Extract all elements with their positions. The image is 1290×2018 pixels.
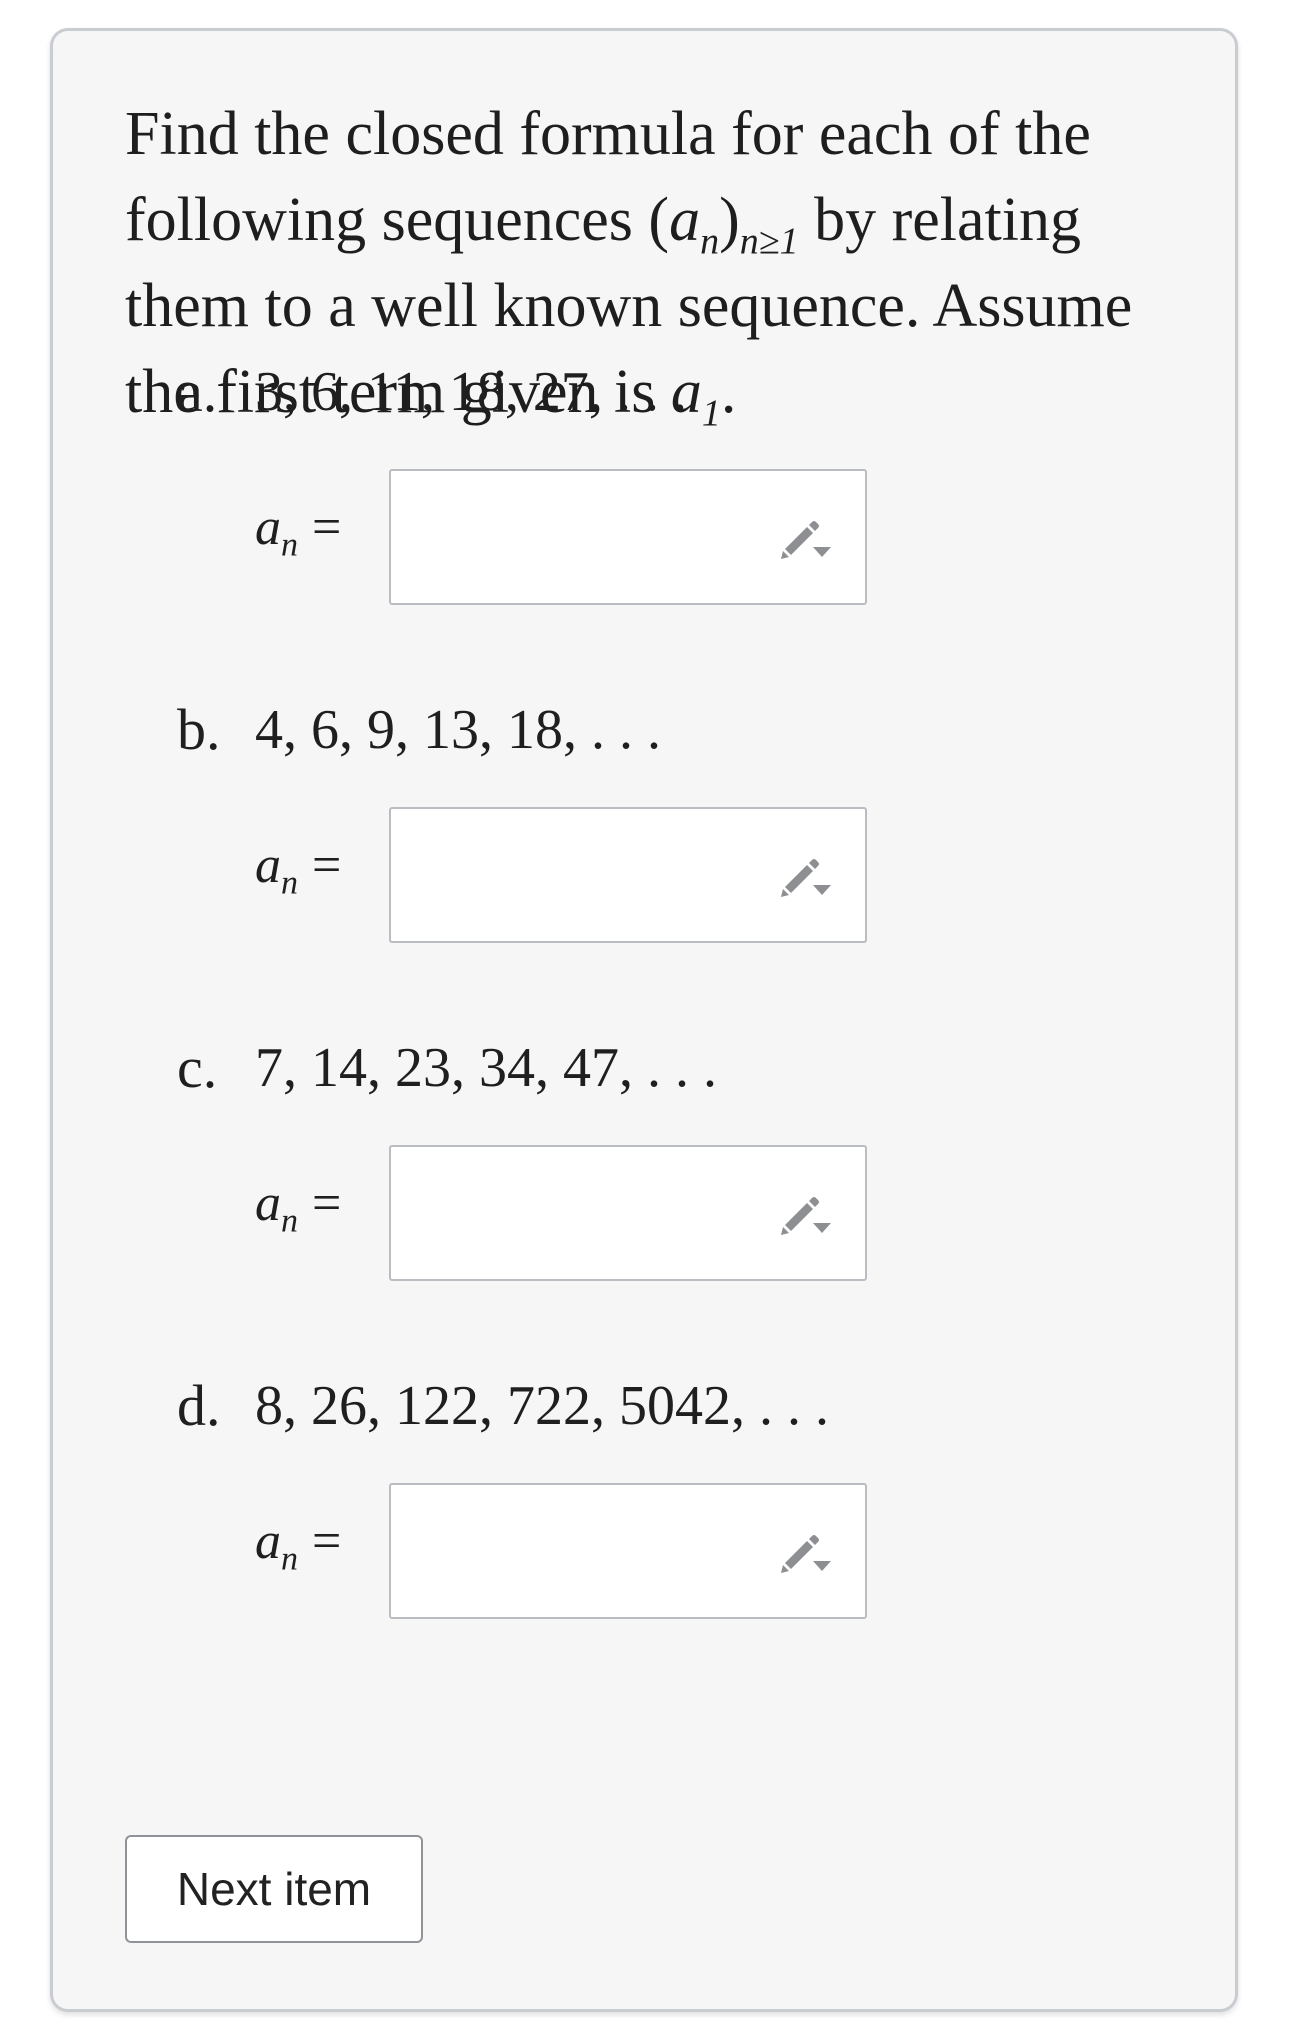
answer-input-a[interactable]	[389, 469, 867, 605]
problem-label: b.	[177, 697, 221, 762]
sequence-terms: 4, 6, 9, 13, 18, . . .	[255, 699, 661, 761]
prompt-line-1: Find the closed formula for each of the	[125, 100, 1091, 168]
sequence-terms: 3, 6, 11, 18, 27, . . .	[255, 361, 687, 423]
answer-variable-subscript: n	[281, 1202, 298, 1240]
answer-input-d[interactable]	[389, 1483, 867, 1619]
pencil-dropdown-icon[interactable]	[777, 517, 837, 561]
sequence-terms: 8, 26, 122, 722, 5042, . . .	[255, 1375, 829, 1437]
answer-input-c[interactable]	[389, 1145, 867, 1281]
problem-label: a.	[177, 359, 218, 424]
pencil-dropdown-icon[interactable]	[777, 1531, 837, 1575]
prompt-line-2-rest: by relating	[798, 186, 1081, 254]
sequence-symbol-subscript: n	[700, 220, 720, 263]
equals-sign: =	[312, 837, 342, 894]
sequence-terms: 7, 14, 23, 34, 47, . . .	[255, 1037, 717, 1099]
equals-sign: =	[312, 499, 342, 556]
answer-variable: a	[255, 1513, 281, 1570]
answer-label: an =	[255, 1169, 341, 1239]
prompt-line-2-text: following sequences (	[125, 186, 670, 254]
prompt-line-2: following sequences (an)n≥1 by relating	[125, 177, 1185, 263]
answer-label: an =	[255, 831, 341, 901]
answer-label: an =	[255, 493, 341, 563]
prompt-line-4-period: .	[720, 358, 737, 426]
answer-variable-subscript: n	[281, 864, 298, 902]
answer-variable: a	[255, 499, 281, 556]
problem-label: c.	[177, 1035, 218, 1100]
answer-label: an =	[255, 1507, 341, 1577]
question-card: Find the closed formula for each of the …	[50, 28, 1238, 2012]
answer-variable: a	[255, 837, 281, 894]
sequence-index-condition: n≥1	[739, 220, 799, 263]
equals-sign: =	[312, 1513, 342, 1570]
sequence-symbol: a	[669, 186, 701, 254]
next-item-button[interactable]: Next item	[125, 1835, 423, 1943]
prompt-line-3: them to a well known sequence. Assume	[125, 272, 1133, 340]
sequence-close-paren: )	[719, 186, 740, 254]
equals-sign: =	[312, 1175, 342, 1232]
pencil-dropdown-icon[interactable]	[777, 855, 837, 899]
answer-variable: a	[255, 1175, 281, 1232]
answer-variable-subscript: n	[281, 1540, 298, 1578]
pencil-dropdown-icon[interactable]	[777, 1193, 837, 1237]
answer-variable-subscript: n	[281, 526, 298, 564]
problem-label: d.	[177, 1373, 221, 1438]
answer-input-b[interactable]	[389, 807, 867, 943]
first-term-subscript: 1	[701, 392, 721, 435]
